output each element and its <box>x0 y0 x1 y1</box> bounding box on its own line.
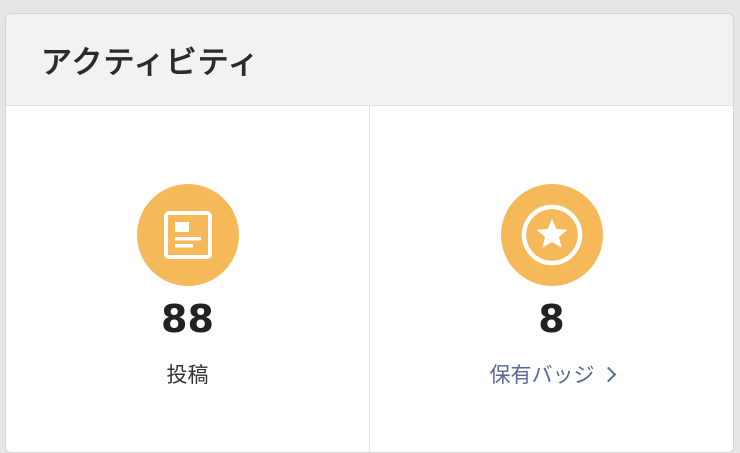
posts-label: 投稿 <box>6 361 369 389</box>
chevron-right-icon <box>600 366 616 383</box>
posts-label-text: 投稿 <box>166 363 209 387</box>
stats-row: 88 投稿 8 保有バッジ <box>6 106 733 452</box>
activity-card: アクティビティ 88 投稿 8 保有バッジ <box>5 13 734 453</box>
card-header: アクティビティ <box>6 14 733 106</box>
owned-badges-label: 保有バッジ <box>489 363 595 387</box>
badges-count: 8 <box>538 297 565 341</box>
owned-badges-link[interactable]: 保有バッジ <box>489 363 616 387</box>
card-title: アクティビティ <box>41 45 260 81</box>
posts-count: 88 <box>161 297 214 341</box>
stat-badges: 8 保有バッジ <box>369 106 733 452</box>
badges-label: 保有バッジ <box>370 361 733 389</box>
star-badge-icon <box>500 184 603 286</box>
article-icon <box>136 184 239 286</box>
stat-posts: 88 投稿 <box>6 106 369 452</box>
